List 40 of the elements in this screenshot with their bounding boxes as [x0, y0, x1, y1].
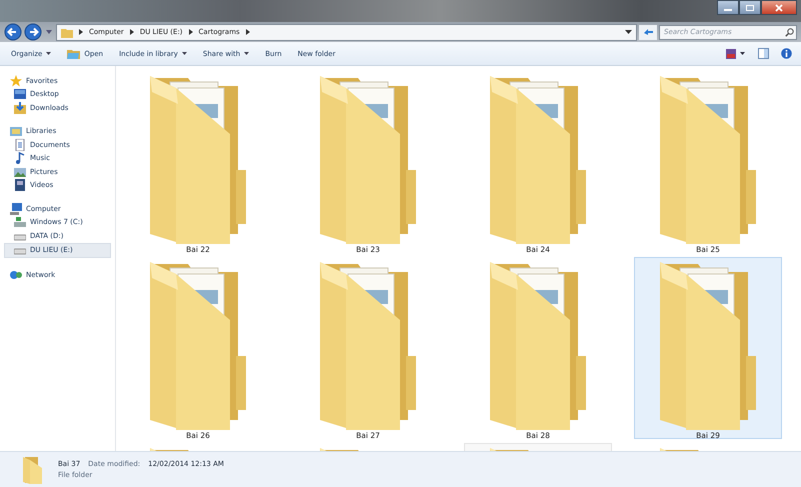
music-icon	[14, 152, 26, 164]
back-button[interactable]	[4, 23, 22, 41]
search-icon	[785, 28, 794, 36]
folder-icon	[148, 74, 248, 244]
caret-icon	[244, 52, 250, 55]
folder-icon	[658, 74, 758, 244]
caret-icon	[182, 52, 187, 55]
folder-icon	[658, 260, 758, 430]
folder-icon	[318, 74, 418, 244]
star-icon	[10, 74, 22, 87]
library-icon	[10, 125, 22, 138]
computer-icon	[10, 202, 22, 215]
caret-icon	[46, 52, 52, 55]
folder-icon	[67, 48, 80, 59]
desktop-icon	[14, 88, 26, 100]
close-button[interactable]	[761, 0, 797, 15]
help-icon	[781, 48, 792, 59]
arrow-icon	[78, 29, 84, 35]
pane-icon	[758, 48, 769, 59]
close-icon	[774, 4, 784, 12]
folder-icon	[318, 260, 418, 430]
minimize-button[interactable]	[717, 0, 739, 15]
document-icon	[14, 138, 26, 151]
downloads-icon	[14, 102, 26, 114]
pictures-icon	[14, 166, 26, 178]
caret-icon[interactable]	[625, 30, 632, 34]
network-icon	[10, 268, 22, 281]
folder-icon	[488, 260, 588, 430]
arrow-icon	[188, 29, 194, 35]
folder-icon	[22, 456, 44, 484]
folder-icon	[148, 260, 248, 430]
refresh-button[interactable]	[639, 24, 657, 40]
maximize-button[interactable]	[739, 0, 761, 15]
folder-icon	[61, 26, 73, 38]
folder-icon	[488, 74, 588, 244]
forward-button[interactable]	[24, 23, 42, 41]
videos-icon	[14, 179, 26, 192]
arrow-icon	[244, 29, 251, 35]
maximize-icon	[745, 4, 755, 12]
arrow-icon	[128, 29, 135, 35]
